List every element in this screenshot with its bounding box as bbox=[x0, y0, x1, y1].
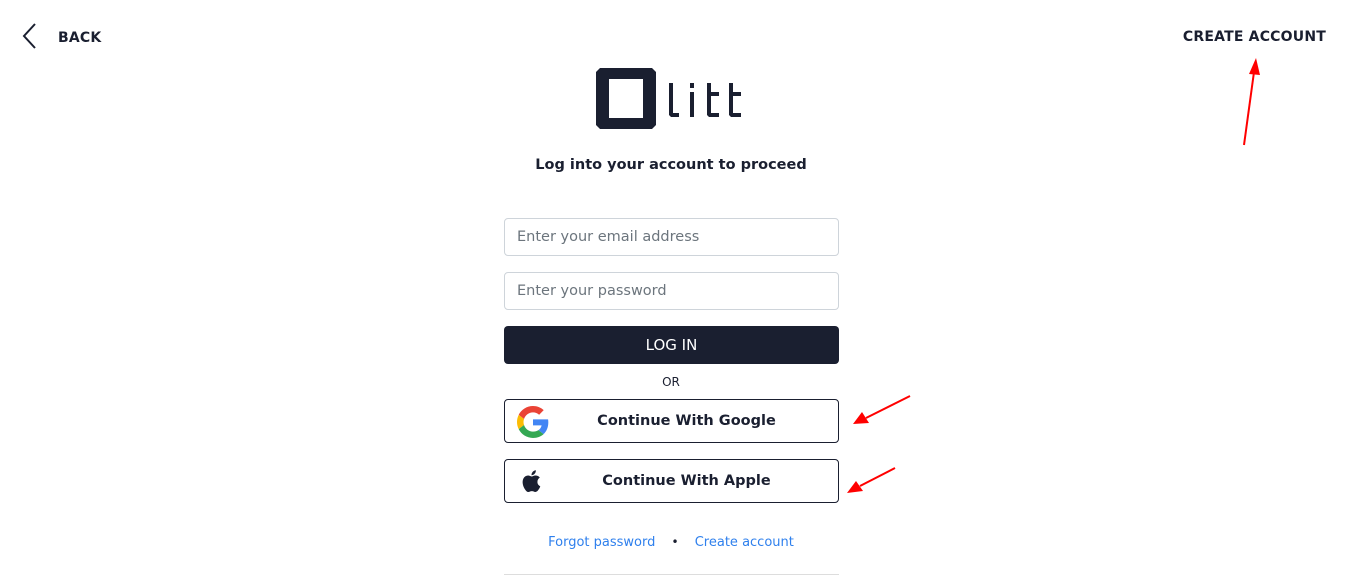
forgot-password-link[interactable]: Forgot password bbox=[548, 535, 655, 550]
google-button-label: Continue With Google bbox=[597, 413, 776, 429]
litt-logo bbox=[595, 67, 750, 131]
continue-with-google-button[interactable]: Continue With Google bbox=[504, 399, 839, 443]
arrow-apple bbox=[847, 467, 896, 493]
apple-button-label: Continue With Apple bbox=[602, 473, 771, 489]
login-button[interactable]: LOG IN bbox=[504, 326, 839, 364]
divider bbox=[504, 574, 839, 575]
logo-mark bbox=[596, 68, 741, 129]
page-heading: Log into your account to proceed bbox=[535, 157, 807, 173]
create-account-top-link[interactable]: CREATE ACCOUNT bbox=[1183, 29, 1326, 45]
apple-icon bbox=[517, 466, 549, 498]
chevron-left-icon bbox=[20, 22, 40, 54]
continue-with-apple-button[interactable]: Continue With Apple bbox=[504, 459, 839, 503]
footer-links: Forgot password • Create account bbox=[0, 535, 1342, 550]
google-icon bbox=[517, 406, 549, 438]
create-account-link[interactable]: Create account bbox=[695, 535, 794, 550]
email-input[interactable] bbox=[504, 218, 839, 256]
link-separator: • bbox=[671, 535, 679, 549]
arrow-create-account bbox=[1243, 58, 1260, 146]
arrow-google bbox=[853, 395, 911, 424]
back-button[interactable]: BACK bbox=[20, 22, 102, 54]
password-input[interactable] bbox=[504, 272, 839, 310]
or-separator: OR bbox=[662, 375, 680, 389]
back-label: BACK bbox=[58, 30, 102, 46]
